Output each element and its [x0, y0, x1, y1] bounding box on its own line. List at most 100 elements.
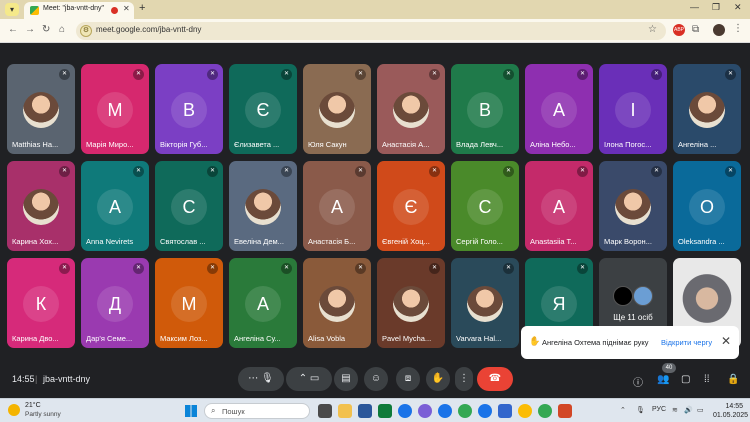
- extensions-puzzle-icon[interactable]: ⧉: [692, 24, 699, 35]
- open-queue-link[interactable]: Відкрити чергу: [661, 338, 712, 347]
- more-options-button[interactable]: ⋮: [455, 367, 473, 391]
- chrome-profile-3-icon[interactable]: [478, 404, 492, 418]
- participant-tile[interactable]: ✕ Анастасія А...: [377, 64, 445, 154]
- chrome-profile-4-icon[interactable]: [518, 404, 532, 418]
- chrome-profile-2-icon[interactable]: [458, 404, 472, 418]
- new-tab-button[interactable]: +: [139, 2, 145, 14]
- camera-control[interactable]: ⌃ ▭: [286, 367, 332, 391]
- word-icon[interactable]: [358, 404, 372, 418]
- activities-icon[interactable]: ⁞⁞: [704, 374, 710, 385]
- participant-tile[interactable]: ✕ Евеліна Дем...: [229, 161, 297, 251]
- minimize-button[interactable]: —: [690, 2, 699, 12]
- mic-muted-icon: ✕: [651, 69, 662, 80]
- participant-tile[interactable]: ✕ Д Дар'я Семе...: [81, 258, 149, 348]
- participant-tile[interactable]: ✕ М Максим Лоз...: [155, 258, 223, 348]
- microphone-icon[interactable]: 🎙: [261, 373, 274, 384]
- adblock-extension-icon[interactable]: ABP: [673, 24, 685, 36]
- close-window-button[interactable]: ✕: [734, 2, 742, 13]
- participant-tile[interactable]: ✕ К Карина Дво...: [7, 258, 75, 348]
- participant-tile[interactable]: ✕ В Влада Левч...: [451, 64, 519, 154]
- participant-tile[interactable]: ✕ А Аліна Небо...: [525, 64, 593, 154]
- tab-search-icon[interactable]: ▾: [5, 3, 19, 16]
- weather-sun-icon[interactable]: [8, 404, 20, 416]
- tray-mic-icon[interactable]: 🎙: [636, 406, 645, 414]
- participant-tile[interactable]: ✕ А Anna Nevirets: [81, 161, 149, 251]
- reactions-button[interactable]: ☺: [364, 367, 388, 391]
- more-audio-icon[interactable]: ⋯: [248, 373, 258, 384]
- participant-tile[interactable]: ✕ С Сергій Голо...: [451, 161, 519, 251]
- people-icon[interactable]: 👥: [657, 374, 669, 385]
- participant-tile[interactable]: ✕ Ангеліна ...: [673, 64, 741, 154]
- excel-icon[interactable]: [378, 404, 392, 418]
- participant-tile[interactable]: ✕ Alisa Vobla: [303, 258, 371, 348]
- participant-tile[interactable]: ✕ А Anastasiia T...: [525, 161, 593, 251]
- participant-tile[interactable]: ✕ М Марія Миро...: [81, 64, 149, 154]
- browser-toolbar: ← → ↻ ⌂ ⚙ meet.google.com/jba-vntt-dny ☆: [0, 19, 750, 43]
- url-text[interactable]: meet.google.com/jba-vntt-dny: [96, 25, 201, 34]
- site-info-icon[interactable]: ⚙: [80, 25, 92, 37]
- participant-tile[interactable]: ✕ Pavel Mycha...: [377, 258, 445, 348]
- participant-tile[interactable]: ✕ С Святослав ...: [155, 161, 223, 251]
- leave-call-button[interactable]: ☎: [477, 367, 513, 391]
- camera-icon[interactable]: ▭: [310, 373, 319, 384]
- meeting-code: jba-vntt-dny: [43, 374, 91, 384]
- back-icon[interactable]: ←: [8, 24, 18, 35]
- avatar: А: [245, 286, 281, 322]
- file-explorer-icon[interactable]: [338, 404, 352, 418]
- weather-description[interactable]: Partly sunny: [25, 411, 61, 418]
- chrome-profile-icon[interactable]: [438, 404, 452, 418]
- system-clock[interactable]: 14:55 01.05.2025: [713, 402, 748, 420]
- weather-temperature[interactable]: 21°C: [25, 402, 41, 409]
- participant-tile[interactable]: ✕ І Ілона Погос...: [599, 64, 667, 154]
- participant-tile[interactable]: ✕ В Вікторія Губ...: [155, 64, 223, 154]
- microphone-control[interactable]: ⋯ 🎙: [238, 367, 284, 391]
- forward-icon[interactable]: →: [25, 24, 35, 35]
- chrome-profile-5-icon[interactable]: [538, 404, 552, 418]
- present-button[interactable]: ⧈: [396, 367, 420, 391]
- viber-icon[interactable]: [418, 404, 432, 418]
- raise-hand-button[interactable]: ✋: [426, 367, 450, 391]
- input-language[interactable]: РУС: [652, 406, 666, 413]
- battery-icon[interactable]: ▭: [697, 406, 704, 414]
- mic-muted-icon: ✕: [355, 263, 366, 274]
- meeting-details-icon[interactable]: ⓘ: [633, 374, 643, 389]
- participant-tile[interactable]: ✕ Matthias Ha...: [7, 64, 75, 154]
- profile-avatar[interactable]: [713, 24, 725, 36]
- participant-tile[interactable]: ✕ Є Євгеній Хоц...: [377, 161, 445, 251]
- participant-name: Максим Лоз...: [160, 334, 208, 343]
- home-icon[interactable]: ⌂: [59, 24, 65, 35]
- camera-options-icon[interactable]: ⌃: [299, 373, 307, 384]
- participant-tile[interactable]: ✕ А Ангеліна Су...: [229, 258, 297, 348]
- address-bar[interactable]: ⚙ meet.google.com/jba-vntt-dny ☆: [76, 22, 666, 40]
- avatar: [319, 286, 355, 322]
- wifi-icon[interactable]: ≋: [672, 406, 678, 414]
- taskbar-search-input[interactable]: ⌕ Пошук: [204, 403, 310, 419]
- participant-tile[interactable]: ✕ Юля Сакун: [303, 64, 371, 154]
- tab-meet[interactable]: Meet: "jba-vntt-dny" ✕: [24, 2, 134, 19]
- participant-tile[interactable]: ✕ Є Єлизавета ...: [229, 64, 297, 154]
- tab-close-icon[interactable]: ✕: [123, 4, 130, 13]
- participant-name: Анастасія Б...: [308, 237, 356, 246]
- volume-icon[interactable]: 🔊: [684, 406, 693, 414]
- maximize-button[interactable]: ❐: [712, 2, 720, 13]
- participant-tile[interactable]: ✕ Карина Хох...: [7, 161, 75, 251]
- participant-tile[interactable]: ✕ А Анастасія Б...: [303, 161, 371, 251]
- participant-tile[interactable]: ✕ Varvara Hal...: [451, 258, 519, 348]
- host-controls-icon[interactable]: 🔒: [727, 374, 739, 385]
- participant-tile[interactable]: ✕ О Oleksandra ...: [673, 161, 741, 251]
- mic-muted-icon: ✕: [281, 166, 292, 177]
- chrome-icon[interactable]: [398, 404, 412, 418]
- task-view-icon[interactable]: [318, 404, 332, 418]
- reload-icon[interactable]: ↻: [42, 24, 50, 35]
- powerpoint-icon[interactable]: [558, 404, 572, 418]
- toast-close-icon[interactable]: ✕: [721, 334, 731, 348]
- chat-icon[interactable]: ▢: [681, 374, 690, 385]
- edge-icon[interactable]: [498, 404, 512, 418]
- windows-start-icon[interactable]: [185, 405, 197, 417]
- browser-menu-icon[interactable]: ⋮: [733, 23, 743, 34]
- participant-tile[interactable]: ✕ Марк Ворон...: [599, 161, 667, 251]
- bookmark-star-icon[interactable]: ☆: [648, 24, 657, 35]
- captions-button[interactable]: ▤: [334, 367, 358, 391]
- participant-name: Anastasiia T...: [530, 237, 577, 246]
- tray-chevron-icon[interactable]: ⌃: [620, 406, 626, 414]
